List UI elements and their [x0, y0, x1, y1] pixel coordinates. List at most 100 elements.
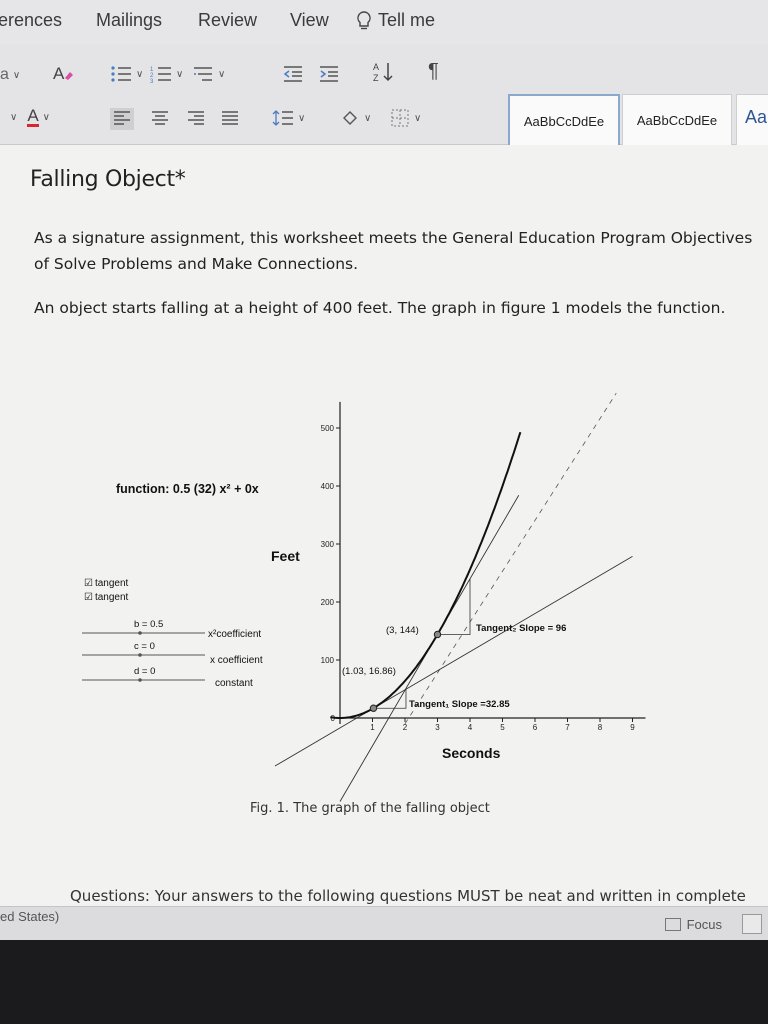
- decrease-indent-button[interactable]: [282, 64, 304, 84]
- point-1: [369, 704, 378, 712]
- dashed-guide-line: [404, 392, 617, 725]
- x-tick-label: 4: [468, 723, 473, 732]
- figure-falling-object: 100 200 300 400 500 1 2 3 4 5 6 7 8 9 0 function: 0.5 …: [70, 385, 670, 805]
- point1-label: (1.03, 16.86): [342, 666, 396, 677]
- line-spacing-button[interactable]: ∨: [272, 108, 305, 128]
- tab-mailings[interactable]: Mailings: [96, 10, 162, 31]
- align-right-button[interactable]: [186, 110, 206, 128]
- x-tick-label: 1: [370, 723, 375, 732]
- questions-heading: Questions: Your answers to the following…: [70, 887, 746, 905]
- x-tick-label: 9: [630, 723, 635, 732]
- style-sample: AaBbCcDdEe: [523, 114, 605, 129]
- sort-button[interactable]: AZ: [372, 60, 396, 84]
- tell-me-button[interactable]: Tell me: [356, 10, 435, 31]
- x-tick-label: 8: [598, 723, 603, 732]
- font-color-dropdown[interactable]: ∨ A ∨: [10, 106, 50, 127]
- tangent1-checkbox[interactable]: ☑ tangent: [84, 578, 128, 589]
- x-tick-label: 2: [403, 723, 408, 732]
- figure-caption: Fig. 1. The graph of the falling object: [250, 801, 490, 816]
- align-right-icon: [188, 111, 204, 125]
- borders-button[interactable]: ∨: [390, 108, 421, 128]
- problem-paragraph: An object starts falling at a height of …: [34, 299, 726, 317]
- slider-c-value: c = 0: [134, 641, 155, 652]
- justify-button[interactable]: [220, 110, 240, 128]
- focus-icon: [664, 918, 681, 931]
- clear-format-icon: A: [53, 64, 73, 83]
- bullets-button[interactable]: ∨: [110, 64, 143, 84]
- align-left-button[interactable]: [110, 108, 134, 130]
- increase-indent-button[interactable]: [318, 64, 340, 84]
- show-formatting-button[interactable]: ¶: [428, 60, 439, 83]
- y-tick-label: 200: [321, 598, 335, 607]
- point-2: [433, 630, 442, 639]
- y-tick-label: 300: [321, 540, 335, 549]
- increase-indent-icon: [320, 66, 338, 82]
- svg-text:Z: Z: [373, 73, 379, 83]
- shading-button[interactable]: ∨: [340, 108, 371, 128]
- checkbox-icon: ☑: [84, 578, 93, 589]
- paint-bucket-icon: [343, 111, 357, 125]
- multilevel-list-icon: [194, 67, 212, 81]
- style-sample: AaBbCcDdEe: [636, 113, 718, 128]
- tab-view[interactable]: View: [290, 10, 329, 31]
- multilevel-list-button[interactable]: ∨: [192, 64, 225, 84]
- point2-label: (3, 144): [386, 625, 419, 636]
- ribbon-tabs: erences Mailings Review View Tell me: [0, 0, 768, 44]
- decrease-indent-icon: [283, 66, 302, 82]
- font-size-dropdown[interactable]: a ∨: [0, 66, 20, 84]
- x-tick-label: 7: [565, 723, 570, 732]
- x-tick-label: 3: [435, 723, 440, 732]
- slider-d-track-handle: [138, 678, 142, 682]
- slider-b-label: x²coefficient: [208, 629, 262, 640]
- intro-paragraph: As a signature assignment, this workshee…: [34, 229, 753, 273]
- language-status[interactable]: ed States): [0, 909, 59, 924]
- checkbox-icon: ☑: [84, 592, 93, 603]
- y-tick-label: 100: [321, 656, 335, 665]
- ribbon-toolbar: a ∨ A ∨ A ∨ ∨ 1 2 3 ∨ ∨ AZ ¶ ∨ ∨ ∨ AaBbC…: [0, 44, 768, 174]
- tangent2-checkbox[interactable]: ☑ tangent: [84, 592, 128, 603]
- sort-az-icon: AZ: [373, 62, 393, 83]
- justify-icon: [222, 111, 238, 125]
- lightbulb-icon: [357, 10, 371, 29]
- tab-review[interactable]: Review: [198, 10, 257, 31]
- svg-text:A: A: [53, 64, 65, 83]
- x-tick-label: 6: [533, 723, 538, 732]
- y-tick-label: 400: [321, 482, 335, 491]
- numbering-button[interactable]: 1 2 3 ∨: [150, 64, 183, 84]
- tab-references[interactable]: erences: [0, 10, 62, 31]
- print-layout-button[interactable]: [742, 914, 762, 934]
- clear-formatting-button[interactable]: A: [52, 62, 74, 84]
- focus-button[interactable]: Focus: [664, 917, 722, 932]
- borders-icon: [391, 109, 409, 127]
- line-spacing-icon: [272, 110, 293, 126]
- slider-d-label: constant: [215, 678, 253, 689]
- font-color-icon: A: [27, 106, 39, 127]
- align-center-icon: [152, 111, 168, 125]
- word-window: erences Mailings Review View Tell me a ∨ …: [0, 0, 768, 940]
- slider-b-track-handle: [138, 631, 142, 635]
- document-title: Falling Object*: [30, 167, 186, 192]
- bullet-list-icon: [111, 66, 131, 82]
- align-center-button[interactable]: [150, 110, 170, 128]
- numbered-list-icon: 123: [150, 67, 171, 84]
- tangent1-label: Tangent₁ Slope =32.85: [409, 699, 510, 710]
- tell-me-label: Tell me: [378, 10, 436, 30]
- slider-b-value: b = 0.5: [134, 619, 164, 630]
- checkbox-label: tangent: [94, 578, 129, 589]
- checkbox-label: tangent: [94, 592, 129, 603]
- status-bar: ed States) Focus: [0, 906, 768, 940]
- document-page[interactable]: Falling Object* As a signature assignmen…: [0, 145, 768, 915]
- align-left-icon: [114, 111, 130, 125]
- svg-text:A: A: [373, 62, 379, 72]
- style-sample: AaB: [744, 107, 768, 127]
- x-tick-label: 5: [500, 723, 505, 732]
- svg-text:3: 3: [150, 79, 154, 84]
- slider-c-track-handle: [138, 653, 142, 657]
- x-axis-label: Seconds: [442, 745, 501, 761]
- focus-label: Focus: [686, 917, 722, 932]
- pilcrow-icon: ¶: [428, 60, 439, 82]
- chart-svg: 1002003004005001 2 3 4 5 6 7 8 90: [82, 392, 646, 802]
- tangent2-label: Tangent₂ Slope = 96: [476, 623, 567, 634]
- y-tick-label: 500: [321, 424, 335, 433]
- slider-c-label: x coefficient: [210, 655, 263, 666]
